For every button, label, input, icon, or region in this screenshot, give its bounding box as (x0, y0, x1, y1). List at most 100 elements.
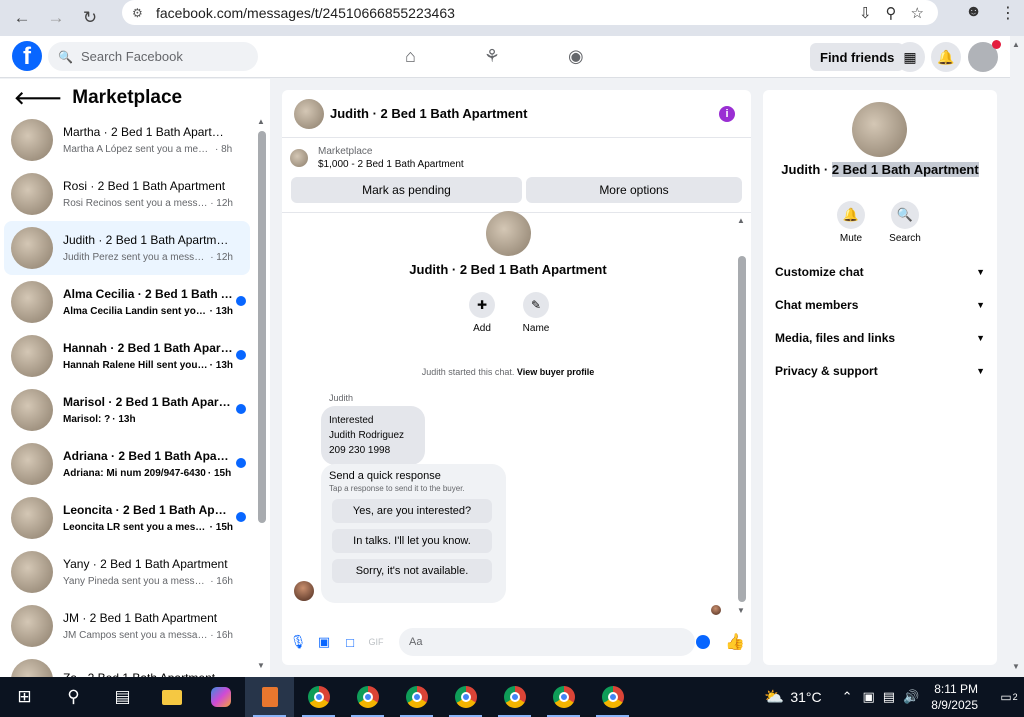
quick-reply-button[interactable]: Sorry, it's not available. (332, 559, 492, 583)
account-avatar[interactable] (968, 40, 1001, 72)
conversation-item[interactable]: Rosi · 2 Bed 1 Bath Apartment Rosi Recino… (4, 167, 250, 221)
temperature[interactable]: 31°C (790, 689, 821, 705)
view-buyer-profile-link[interactable]: View buyer profile (517, 367, 594, 377)
photo-icon[interactable]: ▣ (311, 634, 337, 650)
search-input[interactable]: 🔍 Search Facebook (48, 42, 258, 71)
taskbar-search-icon[interactable]: ⚲ (49, 677, 98, 717)
quick-response-title: Send a quick response (329, 470, 441, 482)
conversation-preview: Martha A López sent you a messa... (63, 144, 213, 155)
back-icon[interactable]: ← (10, 6, 34, 30)
conversation-item[interactable]: Judith · 2 Bed 1 Bath Apartment Judith Pe… (4, 221, 250, 275)
details-name-plain: Judith · (781, 162, 832, 177)
mark-pending-button[interactable]: Mark as pending (291, 177, 522, 203)
facebook-logo[interactable]: f (12, 41, 42, 71)
home-icon[interactable]: ⌂ (405, 46, 416, 67)
conversation-item[interactable]: JM · 2 Bed 1 Bath Apartment JM Campos sen… (4, 599, 250, 653)
emoji-icon[interactable] (696, 635, 710, 649)
task-view-icon[interactable]: ▤ (98, 677, 147, 717)
reload-icon[interactable]: ↻ (78, 6, 102, 30)
kebab-menu-icon[interactable]: ⋮ (1000, 3, 1016, 23)
privacy-support-section[interactable]: Privacy & support ▼ (775, 361, 985, 381)
back-arrow-icon[interactable]: 🡐 (14, 88, 62, 109)
page-scroll-down-icon[interactable]: ▼ (1012, 662, 1020, 671)
quick-reply-button[interactable]: In talks. I'll let you know. (332, 529, 492, 553)
weather-icon[interactable]: ⛅ (764, 687, 784, 707)
app-icon[interactable] (245, 677, 294, 717)
scroll-up-icon[interactable]: ▲ (257, 117, 265, 126)
conversation-item[interactable]: Yany · 2 Bed 1 Bath Apartment Yany Pineda… (4, 545, 250, 599)
chrome-icon[interactable] (294, 677, 343, 717)
chat-header: Judith · 2 Bed 1 Bath Apartment (282, 90, 751, 138)
intro-avatar[interactable] (486, 211, 531, 256)
sender-avatar[interactable] (294, 581, 314, 601)
add-action[interactable]: ✚ Add (462, 292, 502, 334)
conversation-item[interactable]: Marisol · 2 Bed 1 Bath Apartm... Marisol:… (4, 383, 250, 437)
chrome-icon[interactable] (441, 677, 490, 717)
search-action[interactable]: 🔍 Search (885, 201, 925, 244)
address-bar[interactable]: ⚙ facebook.com/messages/t/24510666855223… (122, 0, 938, 25)
chrome-icon[interactable] (343, 677, 392, 717)
scroll-up-icon[interactable]: ▲ (737, 216, 745, 225)
notifications-bell-icon[interactable]: 🔔 (931, 42, 961, 72)
gif-icon[interactable]: GIF (363, 637, 389, 647)
mute-action[interactable]: 🔔 Mute (831, 201, 871, 244)
find-friends-button[interactable]: Find friends (810, 43, 905, 71)
sidebar-scrollbar[interactable] (258, 131, 266, 523)
message-input[interactable]: Aa (399, 628, 695, 656)
chrome-icon[interactable] (588, 677, 637, 717)
chrome-icon[interactable] (490, 677, 539, 717)
chat-title[interactable]: Judith · 2 Bed 1 Bath Apartment (330, 106, 527, 121)
message-bubble[interactable]: Interested Judith Rodriguez 209 230 1998 (321, 406, 425, 465)
listing-row[interactable]: Marketplace $1,000 - 2 Bed 1 Bath Apartm… (290, 146, 464, 170)
menu-grid-icon[interactable]: ▦ (895, 42, 925, 72)
clock[interactable]: 8:11 PM 8/9/2025 (931, 681, 978, 713)
conversation-item[interactable]: Leoncita · 2 Bed 1 Bath Apart... Leoncita… (4, 491, 250, 545)
groups-icon[interactable]: ◉ (568, 46, 584, 67)
chrome-icon[interactable] (539, 677, 588, 717)
scroll-down-icon[interactable]: ▼ (257, 661, 265, 670)
quick-reply-button[interactable]: Yes, are you interested? (332, 499, 492, 523)
site-info-icon[interactable]: ⚙ (132, 6, 146, 20)
sticker-icon[interactable]: □ (337, 635, 363, 650)
friends-icon[interactable]: ⚘ (484, 46, 500, 67)
profile-icon[interactable]: ☻ (965, 3, 982, 23)
clock-date: 8/9/2025 (931, 698, 978, 712)
conversation-preview: Hannah Ralene Hill sent you a... (63, 360, 208, 371)
microphone-icon[interactable]: 🎙 (285, 634, 311, 650)
conversation-item[interactable]: Hannah · 2 Bed 1 Bath Apart... Hannah Ral… (4, 329, 250, 383)
scroll-down-icon[interactable]: ▼ (737, 606, 745, 615)
copilot-icon[interactable] (196, 677, 245, 717)
bookmark-star-icon[interactable]: ☆ (911, 4, 924, 22)
media-files-section[interactable]: Media, files and links ▼ (775, 328, 985, 348)
name-action[interactable]: ✎ Name (516, 292, 556, 334)
forward-icon[interactable]: → (44, 6, 68, 30)
chat-scrollbar[interactable] (738, 256, 746, 602)
notification-center-icon[interactable]: ▭ 2 (994, 677, 1024, 717)
conversation-item[interactable]: Alma Cecilia · 2 Bed 1 Bath Ap... Alma Ce… (4, 275, 250, 329)
zoom-icon[interactable]: ⚲ (886, 4, 897, 22)
info-icon[interactable]: i (719, 106, 735, 122)
chat-avatar[interactable] (294, 98, 324, 129)
details-avatar[interactable] (852, 102, 907, 157)
volume-icon[interactable]: 🔊 (903, 689, 919, 705)
meet-icon[interactable]: ▣ (863, 689, 875, 705)
customize-chat-section[interactable]: Customize chat ▼ (775, 262, 985, 282)
chrome-icon[interactable] (392, 677, 441, 717)
message-line: 209 230 1998 (329, 445, 391, 456)
conversation-time: · 16h (210, 576, 233, 587)
network-icon[interactable]: ▤ (883, 689, 895, 705)
conversation-title: Yany · 2 Bed 1 Bath Apartment (63, 557, 228, 571)
page-scroll-up-icon[interactable]: ▲ (1012, 40, 1020, 49)
thumbs-up-icon[interactable]: 👍 (725, 632, 745, 652)
conversation-item[interactable]: Adriana · 2 Bed 1 Bath Apart... Adriana: … (4, 437, 250, 491)
chevron-up-icon[interactable]: ⌃ (842, 689, 853, 705)
conversation-item[interactable]: Martha · 2 Bed 1 Bath Apartment Martha A … (4, 113, 250, 167)
file-explorer-icon[interactable] (147, 677, 196, 717)
install-app-icon[interactable]: ⇩ (859, 4, 872, 22)
add-person-icon: ✚ (469, 292, 495, 318)
windows-start-icon[interactable]: ⊞ (0, 677, 49, 717)
more-options-button[interactable]: More options (526, 177, 742, 203)
conversation-item[interactable]: Za · 2 Bed 1 Bath Apartment (4, 653, 250, 677)
url-text[interactable]: facebook.com/messages/t/2451066685522346… (156, 5, 455, 21)
chat-members-section[interactable]: Chat members ▼ (775, 295, 985, 315)
